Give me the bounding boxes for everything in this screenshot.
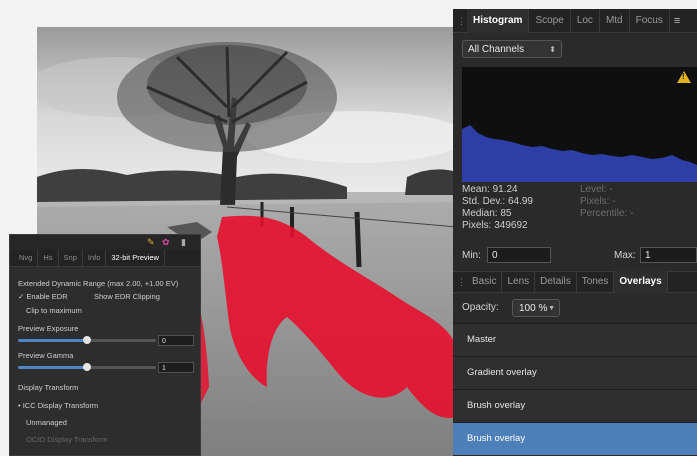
preview-gamma-knob[interactable] xyxy=(83,363,91,371)
enable-edr-checkbox[interactable]: ✓ Enable EDR xyxy=(18,292,68,301)
clip-to-maximum-checkbox[interactable]: Clip to maximum xyxy=(26,306,82,315)
max-field[interactable]: 1 xyxy=(640,247,697,263)
preview-32bit-panel: ✎ ✿ ▮ Nvg Hs Snp Info 32-bit Preview Ext… xyxy=(9,234,201,456)
histogram-panel: ⋮ Histogram Scope Loc Mtd Focus ≡ All Ch… xyxy=(453,8,697,456)
tab-focus[interactable]: Focus xyxy=(630,8,670,33)
stat-std-dev: Std. Dev.: 64.99 xyxy=(462,196,533,207)
histogram-fill xyxy=(462,125,697,182)
overlay-item-gradient[interactable]: Gradient overlay xyxy=(453,356,697,389)
stat-mean: Mean: 91.24 xyxy=(462,184,518,195)
trash-icon[interactable]: ▮ xyxy=(181,237,186,248)
tab-tones[interactable]: Tones xyxy=(577,271,615,293)
opacity-label: Opacity: xyxy=(462,302,499,313)
drag-grip-icon[interactable]: ⋮ xyxy=(457,276,466,288)
tab-histogram[interactable]: Histogram xyxy=(467,8,530,33)
drag-grip-icon[interactable]: ⋮ xyxy=(457,15,466,27)
tab-loc[interactable]: Loc xyxy=(571,8,600,33)
studio-tab-bar: ⋮ Histogram Scope Loc Mtd Focus ≡ xyxy=(453,8,697,33)
preview-gamma-slider[interactable] xyxy=(18,363,156,371)
max-label: Max: xyxy=(614,250,636,261)
preview-exposure-slider[interactable] xyxy=(18,336,156,344)
overlay-list: Master Gradient overlay Brush overlay Br… xyxy=(453,323,697,455)
eyedropper-icon[interactable]: ✎ xyxy=(147,237,155,248)
tab-snp[interactable]: Snp xyxy=(59,250,83,266)
warning-triangle-icon: ! xyxy=(677,71,691,83)
preview-exposure-field[interactable]: 0 xyxy=(158,335,194,346)
updown-chevron-icon: ⬍ xyxy=(549,45,556,54)
min-max-row: Min: 0 Max: 1 xyxy=(462,247,697,265)
panel-menu-icon[interactable]: ≡ xyxy=(670,15,680,27)
stat-pixels: Pixels: 349692 xyxy=(462,220,528,231)
color-wheel-icon[interactable]: ✿ xyxy=(162,237,170,248)
preview-exposure-label: Preview Exposure xyxy=(18,324,79,333)
preview-tab-bar: Nvg Hs Snp Info 32-bit Preview xyxy=(10,250,200,267)
ocio-display-transform-radio[interactable]: OCIO Display Transform xyxy=(26,435,108,444)
channels-value: All Channels xyxy=(468,44,525,55)
tab-overlays[interactable]: Overlays xyxy=(614,271,668,293)
preview-exposure-knob[interactable] xyxy=(83,336,91,344)
stat-level-pixels: Pixels: - xyxy=(580,196,616,207)
overlay-item-brush-2[interactable]: Brush overlay xyxy=(453,422,697,455)
show-edr-clipping-checkbox[interactable]: Show EDR Clipping xyxy=(94,292,160,301)
stat-median: Median: 85 xyxy=(462,208,512,219)
stat-percentile: Percentile: - xyxy=(580,208,634,219)
tab-info[interactable]: Info xyxy=(83,250,107,266)
overlay-item-master[interactable]: Master xyxy=(453,323,697,356)
tab-scope[interactable]: Scope xyxy=(529,8,571,33)
edr-heading: Extended Dynamic Range (max 2.00, +1.00 … xyxy=(18,279,179,288)
channels-dropdown[interactable]: All Channels ⬍ xyxy=(462,40,562,58)
preview-exposure-fill xyxy=(18,339,87,342)
stat-level: Level: - xyxy=(580,184,613,195)
tab-32bit-preview[interactable]: 32-bit Preview xyxy=(106,250,165,266)
tab-hs[interactable]: Hs xyxy=(38,250,59,266)
tab-details[interactable]: Details xyxy=(535,271,577,293)
tab-lens[interactable]: Lens xyxy=(502,271,536,293)
tab-basic[interactable]: Basic xyxy=(467,271,503,293)
preview-gamma-field[interactable]: 1 xyxy=(158,362,194,373)
chevron-down-icon: ▼ xyxy=(548,305,555,312)
preview-gamma-fill xyxy=(18,366,87,369)
icc-display-transform-radio[interactable]: • ICC Display Transform xyxy=(18,401,98,410)
opacity-dropdown[interactable]: 100 % ▼ xyxy=(512,299,560,317)
min-field[interactable]: 0 xyxy=(487,247,551,263)
preview-panel-header: ✎ ✿ ▮ xyxy=(10,235,200,250)
adjust-tab-bar: ⋮ Basic Lens Details Tones Overlays xyxy=(453,271,697,293)
min-label: Min: xyxy=(462,250,481,261)
unmanaged-radio[interactable]: Unmanaged xyxy=(26,418,67,427)
preview-gamma-label: Preview Gamma xyxy=(18,351,74,360)
histogram-graph: ! xyxy=(462,67,697,182)
tab-nvg[interactable]: Nvg xyxy=(14,250,39,266)
overlay-item-brush-1[interactable]: Brush overlay xyxy=(453,389,697,422)
tab-mtd[interactable]: Mtd xyxy=(600,8,630,33)
opacity-value: 100 % xyxy=(519,303,548,314)
display-transform-label: Display Transform xyxy=(18,383,79,392)
